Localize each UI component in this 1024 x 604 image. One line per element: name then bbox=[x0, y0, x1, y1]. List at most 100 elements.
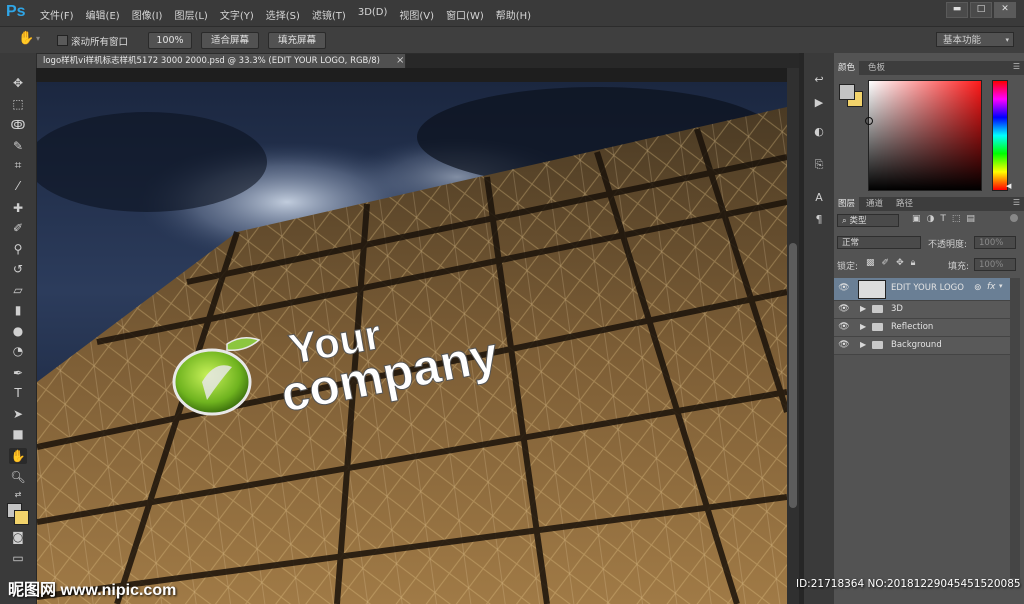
lock-pixels-icon[interactable]: ✐ bbox=[882, 258, 897, 268]
panel-foreground-swatch[interactable] bbox=[839, 84, 855, 100]
filter-shape-icon[interactable]: ⬚ bbox=[952, 214, 967, 224]
healing-brush-tool-icon[interactable]: ✚ bbox=[9, 200, 27, 216]
tools-panel: ✥ ⬚ ↂ ✎ ⌗ ⁄ ✚ ✐ ⚲ ↺ ▱ ▮ ● ◔ ✒ T ➤ ■ ✋ 🔍︎… bbox=[0, 53, 37, 604]
layers-panel-tabs: 图层 通道 路径 ☰ bbox=[834, 197, 1024, 211]
eraser-tool-icon[interactable]: ▱ bbox=[9, 282, 27, 298]
layer-name: EDIT YOUR LOGO bbox=[891, 283, 964, 293]
color-picker-field[interactable] bbox=[868, 80, 982, 191]
layer-filter-kind[interactable]: ⌕ 类型 bbox=[837, 214, 899, 227]
screen-mode-icon[interactable]: ▭ bbox=[9, 550, 27, 566]
hue-slider[interactable] bbox=[992, 80, 1008, 191]
clone-stamp-tool-icon[interactable]: ⚲ bbox=[9, 241, 27, 257]
actions-panel-icon[interactable]: ▶ bbox=[811, 96, 827, 110]
menu-type[interactable]: 文字(Y) bbox=[220, 7, 254, 22]
restore-button[interactable]: □ bbox=[970, 2, 992, 18]
character-panel-icon[interactable]: A bbox=[811, 191, 827, 205]
type-tool-icon[interactable]: T bbox=[9, 385, 27, 401]
opacity-input[interactable]: 100% bbox=[974, 236, 1016, 249]
menu-window[interactable]: 窗口(W) bbox=[446, 7, 484, 22]
close-button[interactable]: ✕ bbox=[994, 2, 1016, 18]
lock-position-icon[interactable]: ✥ bbox=[896, 258, 911, 268]
fx-expand-icon[interactable]: ▾ bbox=[999, 282, 1003, 290]
visibility-eye-icon[interactable]: 👁︎ bbox=[838, 322, 850, 333]
filter-adjust-icon[interactable]: ◑ bbox=[927, 214, 941, 224]
lasso-tool-icon[interactable]: ↂ bbox=[9, 117, 27, 133]
menu-select[interactable]: 选择(S) bbox=[266, 7, 300, 22]
quick-select-tool-icon[interactable]: ✎ bbox=[9, 138, 27, 154]
document-tab[interactable]: logo样机vi样机标志样机5172 3000 2000.psd @ 33.3%… bbox=[36, 53, 406, 68]
rectangle-tool-icon[interactable]: ■ bbox=[9, 426, 27, 442]
tab-paths[interactable]: 路径 bbox=[892, 197, 917, 211]
hand-tool-icon[interactable]: ✋ bbox=[18, 31, 34, 46]
fit-screen-button[interactable]: 适合屏幕 bbox=[201, 32, 259, 49]
workspace-select[interactable]: 基本功能 ▾ bbox=[936, 32, 1014, 47]
minimize-button[interactable]: ▬ bbox=[946, 2, 968, 18]
color-picker-cursor[interactable] bbox=[865, 117, 873, 125]
fill-input[interactable]: 100% bbox=[974, 258, 1016, 271]
layer-row-reflection[interactable]: 👁︎ ▶ Reflection bbox=[834, 319, 1010, 337]
filter-smart-icon[interactable]: ▤ bbox=[966, 214, 981, 224]
menu-image[interactable]: 图像(I) bbox=[132, 7, 163, 22]
tool-preset-chevron-icon[interactable]: ▾ bbox=[36, 34, 40, 43]
marquee-tool-icon[interactable]: ⬚ bbox=[9, 96, 27, 112]
background-color-swatch[interactable] bbox=[14, 510, 29, 525]
menu-edit[interactable]: 编辑(E) bbox=[86, 7, 120, 22]
layers-panel-menu-icon[interactable]: ☰ bbox=[1013, 198, 1020, 207]
layer-row-edit-your-logo[interactable]: 👁︎ EDIT YOUR LOGO ⊚ fx ▾ bbox=[834, 278, 1010, 301]
history-panel-icon[interactable]: ↩ bbox=[811, 73, 827, 87]
quick-mask-icon[interactable]: ◙ bbox=[9, 529, 27, 545]
hue-slider-marker-icon[interactable]: ◀ bbox=[1006, 182, 1011, 190]
scroll-all-checkbox[interactable] bbox=[57, 35, 68, 46]
fill-screen-button[interactable]: 填充屏幕 bbox=[268, 32, 326, 49]
layer-row-3d[interactable]: 👁︎ ▶ 3D bbox=[834, 301, 1010, 319]
filter-type-icon[interactable]: T bbox=[940, 214, 952, 224]
menu-file[interactable]: 文件(F) bbox=[40, 7, 74, 22]
menu-filter[interactable]: 滤镜(T) bbox=[312, 7, 346, 22]
brush-tool-icon[interactable]: ✐ bbox=[9, 220, 27, 236]
eyedropper-tool-icon[interactable]: ⁄ bbox=[9, 178, 27, 194]
canvas-margin bbox=[36, 68, 787, 82]
tab-color[interactable]: 颜色 bbox=[834, 61, 860, 75]
tab-layers[interactable]: 图层 bbox=[834, 197, 860, 211]
filter-pixel-icon[interactable]: ▣ bbox=[912, 214, 927, 224]
menu-layer[interactable]: 图层(L) bbox=[174, 7, 207, 22]
lock-all-icon[interactable]: 🔒︎ bbox=[911, 258, 923, 268]
expand-arrow-icon[interactable]: ▶ bbox=[860, 304, 866, 313]
visibility-eye-icon[interactable]: 👁︎ bbox=[838, 340, 850, 351]
pen-tool-icon[interactable]: ✒ bbox=[9, 365, 27, 381]
menu-help[interactable]: 帮助(H) bbox=[496, 7, 531, 22]
crop-tool-icon[interactable]: ⌗ bbox=[9, 157, 27, 173]
clone-source-panel-icon[interactable]: ⎘ bbox=[811, 158, 827, 172]
move-tool-icon[interactable]: ✥ bbox=[9, 75, 27, 91]
path-select-tool-icon[interactable]: ➤ bbox=[9, 406, 27, 422]
swap-colors-icon[interactable]: ⇄ bbox=[9, 487, 27, 503]
visibility-eye-icon[interactable]: 👁︎ bbox=[838, 283, 850, 294]
adjustments-panel-icon[interactable]: ◐ bbox=[811, 125, 827, 139]
gradient-tool-icon[interactable]: ▮ bbox=[9, 302, 27, 318]
blend-mode-select[interactable]: 正常 bbox=[837, 236, 921, 249]
hand-tool-icon[interactable]: ✋ bbox=[9, 448, 27, 464]
canvas-vertical-scrollbar[interactable] bbox=[787, 68, 799, 604]
tab-channels[interactable]: 通道 bbox=[862, 197, 887, 211]
menu-view[interactable]: 视图(V) bbox=[399, 7, 434, 22]
filter-toggle[interactable] bbox=[1010, 214, 1018, 222]
lock-transparent-icon[interactable]: ▩ bbox=[866, 258, 882, 268]
menu-3d[interactable]: 3D(D) bbox=[358, 7, 388, 22]
zoom-100-button[interactable]: 100% bbox=[148, 32, 192, 49]
expand-arrow-icon[interactable]: ▶ bbox=[860, 340, 866, 349]
close-tab-icon[interactable]: × bbox=[396, 55, 404, 66]
layers-scrollbar[interactable] bbox=[1010, 278, 1020, 578]
blur-tool-icon[interactable]: ● bbox=[9, 323, 27, 339]
visibility-eye-icon[interactable]: 👁︎ bbox=[838, 304, 850, 315]
panel-menu-icon[interactable]: ☰ bbox=[1013, 62, 1020, 71]
expand-arrow-icon[interactable]: ▶ bbox=[860, 322, 866, 331]
document-canvas[interactable]: Your company bbox=[37, 82, 787, 604]
layer-row-background[interactable]: 👁︎ ▶ Background bbox=[834, 337, 1010, 355]
paragraph-panel-icon[interactable]: ¶ bbox=[811, 213, 827, 227]
scrollbar-thumb[interactable] bbox=[789, 243, 797, 508]
history-brush-tool-icon[interactable]: ↺ bbox=[9, 261, 27, 277]
zoom-tool-icon[interactable]: 🔍︎ bbox=[9, 469, 27, 485]
dodge-tool-icon[interactable]: ◔ bbox=[9, 343, 27, 359]
layer-fx-badge[interactable]: fx bbox=[987, 282, 996, 292]
tab-swatches[interactable]: 色板 bbox=[864, 61, 889, 75]
